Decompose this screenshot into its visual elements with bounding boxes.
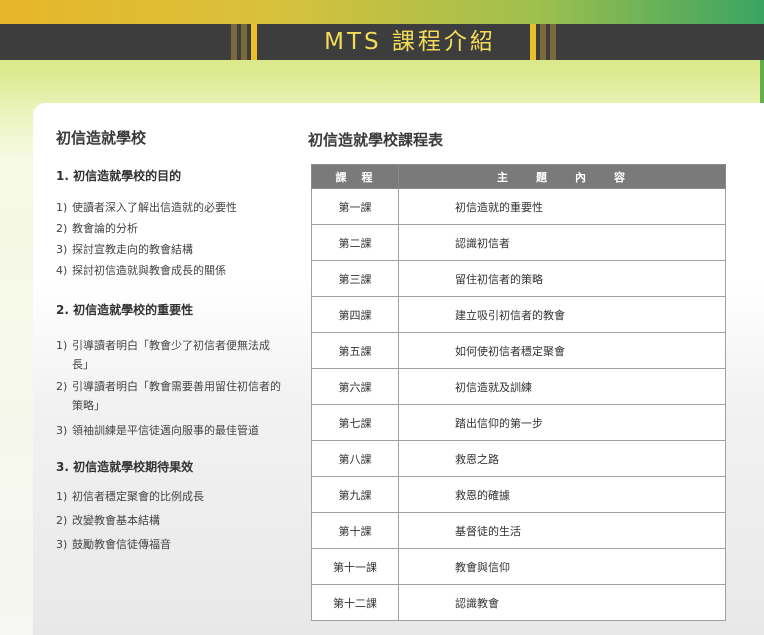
table-row: 第八課 救恩之路 — [311, 440, 726, 477]
lesson-cell: 第四課 — [311, 296, 399, 333]
section-heading: 2. 初信造就學校的重要性 — [56, 303, 194, 317]
item-number: 3) — [56, 243, 68, 256]
topic-cell: 救恩之路 — [398, 440, 726, 477]
list-item: 3) 探討宣教走向的教會結構 — [56, 240, 306, 259]
item-text: 改變教會基本結構 — [72, 514, 160, 527]
table-row: 第五課 如何使初信者穩定聚會 — [311, 332, 726, 369]
lesson-cell: 第八課 — [311, 440, 399, 477]
item-number: 1) — [56, 339, 68, 352]
decor-bar — [231, 24, 237, 60]
topic-cell: 留住初信者的策略 — [398, 260, 726, 297]
title-decoration-right — [530, 24, 556, 60]
table-row: 第六課 初信造就及訓練 — [311, 368, 726, 405]
table-row: 第七課 踏出信仰的第一步 — [311, 404, 726, 441]
title-bar: MTS 課程介紹 — [0, 24, 764, 60]
section-heading: 1. 初信造就學校的目的 — [56, 169, 182, 183]
top-color-strip — [0, 0, 764, 24]
section-heading: 3. 初信造就學校期待果效 — [56, 460, 194, 474]
table-row: 第十二課 認識教會 — [311, 584, 726, 621]
topic-cell: 認識初信者 — [398, 224, 726, 261]
table-row: 第十課 基督徒的生活 — [311, 512, 726, 549]
lesson-cell: 第二課 — [311, 224, 399, 261]
school-title: 初信造就學校 — [56, 129, 147, 147]
topic-cell: 如何使初信者穩定聚會 — [398, 332, 726, 369]
item-text: 探討宣教走向的教會結構 — [72, 243, 193, 256]
topic-cell: 認識教會 — [398, 584, 726, 621]
item-number: 3) — [56, 538, 68, 551]
item-text-continued: 長」 — [72, 358, 94, 371]
table-row: 第十一課 教會與信仰 — [311, 548, 726, 585]
table-row: 第三課 留住初信者的策略 — [311, 260, 726, 297]
table-row: 第四課 建立吸引初信者的教會 — [311, 296, 726, 333]
decor-bar — [540, 24, 546, 60]
item-text: 教會論的分析 — [72, 222, 138, 235]
item-number: 3) — [56, 424, 68, 437]
list-item: 2) 改變教會基本結構 — [56, 511, 306, 530]
topic-cell: 踏出信仰的第一步 — [398, 404, 726, 441]
lesson-cell: 第六課 — [311, 368, 399, 405]
title-decoration-left — [231, 24, 257, 60]
item-text: 引導讀者明白「教會少了初信者便無法成 — [72, 339, 270, 352]
item-text: 領袖訓練是平信徒邁向服事的最佳管道 — [72, 424, 259, 437]
item-text: 引導讀者明白「教會需要善用留住初信者的 — [72, 380, 281, 393]
lesson-cell: 第三課 — [311, 260, 399, 297]
decor-bar — [241, 24, 247, 60]
item-number: 4) — [56, 264, 68, 277]
list-item: 1) 使讀者深入了解出信造就的必要性 — [56, 198, 306, 217]
list-item: 1) 初信者穩定聚會的比例成長 — [56, 487, 306, 506]
topic-cell: 教會與信仰 — [398, 548, 726, 585]
lesson-cell: 第十課 — [311, 512, 399, 549]
topic-cell: 救恩的確據 — [398, 476, 726, 513]
table-row: 第二課 認識初信者 — [311, 224, 726, 261]
schedule-title: 初信造就學校課程表 — [308, 131, 444, 149]
item-text: 使讀者深入了解出信造就的必要性 — [72, 201, 237, 214]
schedule-table: 課 程 主 題 內 容 第一課 初信造就的重要性 第二課 認識初信者 第三課 留住初信… — [311, 164, 726, 621]
decor-bar — [530, 24, 536, 60]
header-lesson: 課 程 — [311, 164, 399, 189]
list-item: 3) 鼓勵教會信徒傳福音 — [56, 535, 306, 554]
lesson-cell: 第一課 — [311, 188, 399, 225]
item-text-continued: 策略」 — [72, 399, 105, 412]
decor-bar — [251, 24, 257, 60]
list-item: 3) 領袖訓練是平信徒邁向服事的最佳管道 — [56, 421, 306, 440]
list-item: 2) 引導讀者明白「教會需要善用留住初信者的 策略」 — [56, 377, 306, 415]
list-item: 2) 教會論的分析 — [56, 219, 306, 238]
item-number: 1) — [56, 490, 68, 503]
table-row: 第一課 初信造就的重要性 — [311, 188, 726, 225]
header-topic: 主 題 內 容 — [398, 164, 726, 189]
page-title: MTS 課程介紹 — [324, 29, 496, 55]
lesson-cell: 第十一課 — [311, 548, 399, 585]
item-text: 鼓勵教會信徒傳福音 — [72, 538, 171, 551]
topic-cell: 初信造就及訓練 — [398, 368, 726, 405]
item-text: 探討初信造就與教會成長的關係 — [72, 264, 226, 277]
lesson-cell: 第五課 — [311, 332, 399, 369]
item-number: 2) — [56, 380, 68, 393]
table-row: 第九課 救恩的確據 — [311, 476, 726, 513]
list-item: 4) 探討初信造就與教會成長的關係 — [56, 261, 306, 280]
topic-cell: 初信造就的重要性 — [398, 188, 726, 225]
item-number: 2) — [56, 222, 68, 235]
table-header-row: 課 程 主 題 內 容 — [311, 164, 726, 189]
item-text: 初信者穩定聚會的比例成長 — [72, 490, 204, 503]
topic-cell: 建立吸引初信者的教會 — [398, 296, 726, 333]
item-number: 1) — [56, 201, 68, 214]
topic-cell: 基督徒的生活 — [398, 512, 726, 549]
list-item: 1) 引導讀者明白「教會少了初信者便無法成 長」 — [56, 336, 306, 374]
lesson-cell: 第九課 — [311, 476, 399, 513]
item-number: 2) — [56, 514, 68, 527]
lesson-cell: 第七課 — [311, 404, 399, 441]
lesson-cell: 第十二課 — [311, 584, 399, 621]
decor-bar — [550, 24, 556, 60]
